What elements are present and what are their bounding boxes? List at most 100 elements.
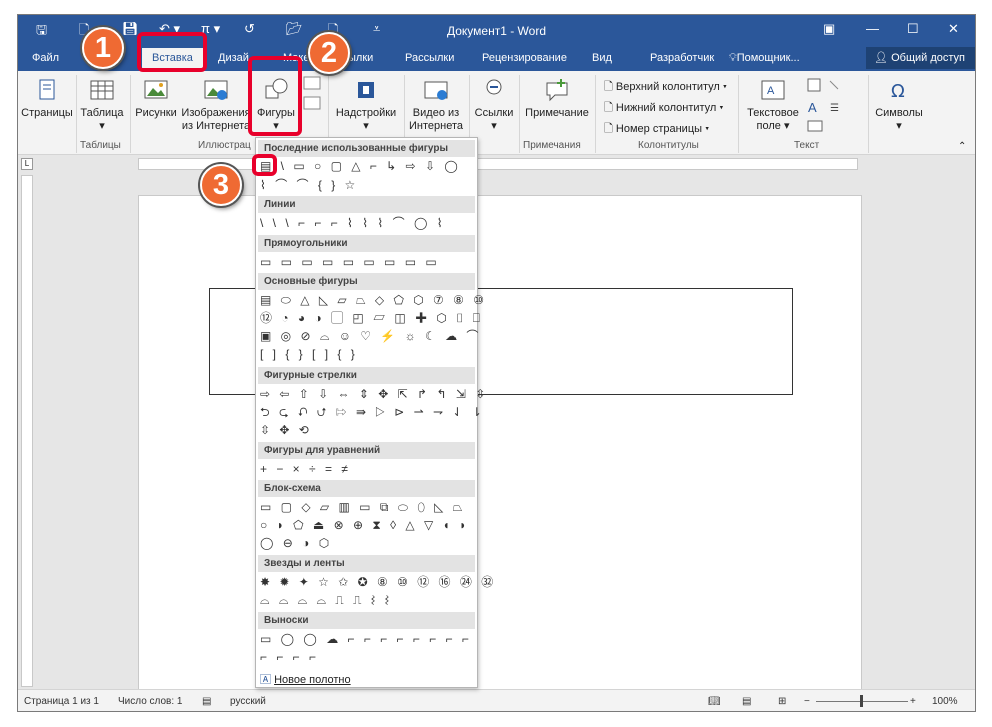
word-count[interactable]: Число слов: 1 bbox=[118, 696, 182, 707]
tab-developer[interactable]: Разработчик bbox=[650, 52, 714, 64]
svg-text:A: A bbox=[767, 85, 775, 97]
page-number-button[interactable]: 🗋 Номер страницы ▾ bbox=[604, 120, 709, 139]
dropdown-arrow-icon: ▾ bbox=[99, 120, 105, 132]
online-picture-icon bbox=[204, 80, 228, 100]
language[interactable]: русский bbox=[230, 696, 266, 707]
footer-button[interactable]: 🗋 Нижний колонтитул ▾ bbox=[604, 99, 723, 118]
basic-shapes-row[interactable]: ▤ ⬭ △ ◺ ▱ ⏢ ◇ ⬠ ⬡ ⑦ ⑧ ⑩ bbox=[260, 291, 487, 309]
canvas-icon: 🄰 bbox=[260, 674, 275, 686]
share-button[interactable]: 👤︎ Общий доступ bbox=[866, 47, 975, 69]
addins-button[interactable]: Надстройки ▾ bbox=[330, 77, 402, 133]
online-pictures-button[interactable]: Изображения из Интернета bbox=[180, 77, 252, 133]
zoom-in-icon[interactable]: + bbox=[910, 696, 916, 707]
print-layout-icon[interactable]: ▤ bbox=[742, 696, 751, 707]
page-count[interactable]: Страница 1 из 1 bbox=[24, 696, 99, 707]
page-number-icon: 🗋 bbox=[604, 123, 616, 135]
step-callout-2: 2 bbox=[308, 32, 350, 74]
comment-button[interactable]: Примечание bbox=[521, 77, 593, 120]
section-recent-shapes: Последние использованные фигуры bbox=[258, 140, 475, 157]
tab-view[interactable]: Вид bbox=[592, 52, 612, 64]
group-separator bbox=[595, 75, 596, 153]
highlight-shapes-button bbox=[248, 56, 302, 136]
horizontal-ruler[interactable] bbox=[138, 158, 858, 170]
group-label-text: Текст bbox=[794, 140, 820, 151]
textbox-icon: A bbox=[761, 80, 785, 100]
links-button[interactable]: Ссылки ▾ bbox=[471, 77, 517, 133]
zoom-level[interactable]: 100% bbox=[932, 696, 958, 707]
callouts-row[interactable]: ⌐ ⌐ ⌐ ⌐ bbox=[260, 648, 319, 666]
highlight-insert-tab bbox=[137, 32, 207, 72]
rectangles-row[interactable]: ▭ ▭ ▭ ▭ ▭ ▭ ▭ ▭ ▭ bbox=[260, 253, 440, 271]
text-tools-icons[interactable]: A ☰ bbox=[806, 75, 852, 135]
group-label-illustrations: Иллюстрац bbox=[198, 140, 251, 151]
vertical-ruler[interactable] bbox=[21, 175, 33, 687]
proofing-icon[interactable]: ▤ bbox=[202, 696, 211, 707]
svg-text:☰: ☰ bbox=[830, 103, 839, 114]
zoom-out-icon[interactable]: − bbox=[804, 696, 810, 707]
lines-row[interactable]: \ \ \ ⌐ ⌐ ⌐ ⌇ ⌇ ⌇ ⌒ ◯ ⌇ bbox=[260, 214, 446, 232]
picture-icon bbox=[144, 80, 168, 99]
basic-shapes-row[interactable]: [ ] { } [ ] { } bbox=[260, 345, 358, 363]
page-icon bbox=[39, 79, 55, 100]
omega-icon: Ω bbox=[891, 81, 905, 102]
tab-selector-icon[interactable]: L bbox=[21, 158, 33, 170]
tab-tell-me[interactable]: 💡︎Помощник... bbox=[729, 52, 800, 65]
dropdown-arrow-icon: ▾ bbox=[363, 120, 369, 132]
smartart-chart-screenshot-icons[interactable] bbox=[302, 75, 324, 115]
header-button[interactable]: 🗋 Верхний колонтитул ▾ bbox=[604, 78, 727, 97]
group-label-tables: Таблицы bbox=[80, 140, 121, 151]
equation-row[interactable]: + − × ÷ = ≠ bbox=[260, 460, 351, 478]
read-mode-icon[interactable]: 📖︎ bbox=[708, 696, 721, 707]
group-separator bbox=[519, 75, 520, 153]
dropdown-arrow-icon: ▾ bbox=[491, 120, 497, 132]
close-icon[interactable]: ✕ bbox=[948, 21, 959, 37]
document-page[interactable] bbox=[138, 195, 862, 695]
flowchart-row[interactable]: ◯ ⊖ ◑ ⬡ bbox=[260, 534, 332, 552]
step-callout-1: 1 bbox=[82, 27, 124, 69]
section-rectangles: Прямоугольники bbox=[258, 235, 475, 252]
tab-design[interactable]: Дизай bbox=[218, 52, 249, 64]
header-icon: 🗋 bbox=[604, 81, 616, 93]
arrows-row[interactable]: ⮌ ⮎ ⮏ ⮍ ⇰ ⇛ ▷ ⊳ ⇀ ⇁ ⇃ ⇂ bbox=[260, 403, 485, 421]
flowchart-row[interactable]: ○ ◗ ⬠ ⏏ ⊗ ⊕ ⧗ ◊ △ ▽ ◖ ◗ bbox=[260, 516, 469, 534]
arrows-row[interactable]: ⇳ ✥ ⟲ bbox=[260, 421, 312, 439]
group-label-header-footer: Колонтитулы bbox=[638, 140, 699, 151]
footer-icon: 🗋 bbox=[604, 102, 616, 114]
online-video-button[interactable]: Видео из Интернета bbox=[406, 77, 466, 133]
recent-shapes-row[interactable]: ▤ \ ▭ ○ ▢ △ ⌐ ↳ ⇨ ⇩ ◯ bbox=[260, 157, 461, 175]
basic-shapes-row[interactable]: ⑫ ◔ ◕ ◑ ▢ ◰ ▱ ◫ ✚ ⬡ ⌷ ⎕ bbox=[260, 309, 483, 327]
arrows-row[interactable]: ⇨ ⇦ ⇧ ⇩ ⇔ ⇕ ✥ ⇱ ↱ ↰ ⇲ ⇳ bbox=[260, 385, 488, 403]
pictures-button[interactable]: Рисунки bbox=[132, 77, 180, 120]
word-window: 🖫 🗋 💾︎ ↶ ▾ π ▾ ↺ 📂︎ 🗋 ⩡ Документ1 - Word… bbox=[17, 14, 976, 712]
recent-shapes-row[interactable]: ⌇ ⌒ ⌒ { } ☆ bbox=[260, 176, 358, 194]
highlight-textbox-shape bbox=[252, 154, 277, 176]
new-canvas-button[interactable]: 🄰 Новое полотно bbox=[260, 671, 351, 687]
tab-review[interactable]: Рецензирование bbox=[482, 52, 567, 64]
web-layout-icon[interactable]: ⊞ bbox=[778, 696, 786, 707]
stars-row[interactable]: ✸ ✹ ✦ ☆ ✩ ✪ ⑧ ⑩ ⑫ ⑯ ㉔ ㉜ bbox=[260, 573, 496, 591]
basic-shapes-row[interactable]: ▣ ◎ ⊘ ⌓ ☺ ♡ ⚡ ☼ ☾ ☁ ⌒ bbox=[260, 327, 481, 345]
group-separator bbox=[868, 75, 869, 153]
flowchart-row[interactable]: ▭ ▢ ◇ ▱ ▥ ▭ ⧉ ⬭ ⬯ ◺ ⏢ bbox=[260, 498, 465, 516]
tab-mailings[interactable]: Рассылки bbox=[405, 52, 454, 64]
callouts-row[interactable]: ▭ ◯ ◯ ☁ ⌐ ⌐ ⌐ ⌐ ⌐ ⌐ ⌐ ⌐ bbox=[260, 630, 472, 648]
symbols-button[interactable]: Ω Символы ▾ bbox=[870, 77, 928, 133]
table-button[interactable]: Таблица ▾ bbox=[78, 77, 126, 133]
ribbon-display-icon[interactable]: ▣ bbox=[823, 21, 835, 37]
section-block-arrows: Фигурные стрелки bbox=[258, 367, 475, 384]
tab-references[interactable]: ылки bbox=[348, 52, 373, 64]
textbox-button[interactable]: A Текстовое поле ▾ bbox=[740, 77, 806, 133]
tab-file[interactable]: Файл bbox=[32, 52, 59, 64]
comment-icon bbox=[546, 79, 568, 102]
group-label-comments: Примечания bbox=[523, 140, 581, 151]
collapse-ribbon-icon[interactable]: ⌃ bbox=[958, 141, 966, 152]
minimize-icon[interactable]: — bbox=[866, 21, 879, 36]
shapes-gallery: Последние использованные фигуры ▤ \ ▭ ○ … bbox=[255, 137, 493, 688]
table-icon bbox=[90, 80, 114, 100]
zoom-slider-thumb[interactable] bbox=[860, 695, 863, 707]
person-icon: 👤︎ bbox=[874, 52, 892, 64]
store-icon bbox=[358, 82, 374, 98]
pages-button[interactable]: Страницы bbox=[20, 77, 74, 120]
maximize-icon[interactable]: ☐ bbox=[907, 21, 919, 37]
stars-row[interactable]: ⌓ ⌓ ⌓ ⌓ ⎍ ⎍ ⌇ ⌇ bbox=[260, 591, 392, 609]
